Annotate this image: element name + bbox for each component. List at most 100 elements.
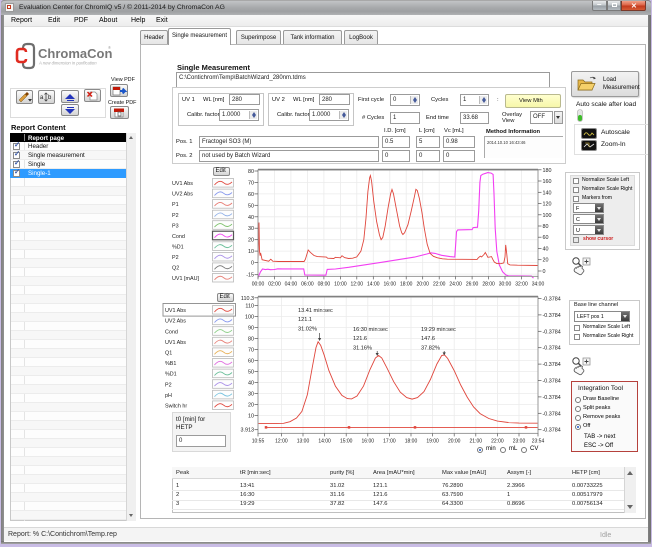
- svg-text:30: 30: [248, 392, 254, 398]
- svg-text:UV2 Abs: UV2 Abs: [165, 319, 186, 325]
- svg-text:Cond: Cond: [172, 234, 185, 240]
- svg-text:23:54: 23:54: [532, 439, 545, 445]
- svg-text:32:00: 32:00: [515, 282, 528, 288]
- svg-text:20: 20: [248, 403, 254, 409]
- svg-text:12:00: 12:00: [351, 282, 364, 288]
- svg-text:14:00: 14:00: [318, 439, 331, 445]
- svg-text:-0.3784: -0.3784: [543, 297, 561, 303]
- svg-text:15:00: 15:00: [340, 439, 353, 445]
- svg-text:50: 50: [248, 203, 254, 209]
- svg-text:19:00: 19:00: [426, 439, 439, 445]
- svg-text:UV1 Abs: UV1 Abs: [165, 308, 186, 314]
- svg-text:-0.3784: -0.3784: [543, 362, 561, 368]
- svg-text:UV1 Abs: UV1 Abs: [165, 340, 186, 346]
- svg-text:08:00: 08:00: [318, 282, 331, 288]
- svg-text:22:00: 22:00: [433, 282, 446, 288]
- svg-text:160: 160: [543, 179, 552, 185]
- svg-text:28:00: 28:00: [482, 282, 495, 288]
- svg-text:60: 60: [248, 192, 254, 198]
- svg-text:121.6: 121.6: [353, 336, 367, 342]
- svg-text:P1: P1: [172, 202, 179, 208]
- svg-text:110: 110: [245, 304, 254, 310]
- svg-text:P3: P3: [172, 223, 179, 229]
- svg-text:-0.3784: -0.3784: [543, 379, 561, 385]
- svg-text:20: 20: [543, 258, 549, 264]
- svg-text:Cond: Cond: [165, 329, 178, 335]
- svg-text:16:30 min:sec: 16:30 min:sec: [353, 327, 388, 333]
- svg-text:19:29 min:sec: 19:29 min:sec: [421, 327, 456, 333]
- svg-text:24:00: 24:00: [449, 282, 462, 288]
- svg-text:P2: P2: [172, 255, 179, 261]
- svg-text:20:00: 20:00: [448, 439, 461, 445]
- svg-text:13:00: 13:00: [297, 439, 310, 445]
- svg-text:31.16%: 31.16%: [353, 345, 372, 351]
- svg-text:40: 40: [543, 247, 549, 253]
- svg-text:90: 90: [248, 326, 254, 332]
- svg-text:80: 80: [248, 337, 254, 343]
- svg-text:UV1 [mAU]: UV1 [mAU]: [172, 276, 199, 282]
- svg-text:70: 70: [248, 348, 254, 354]
- svg-text:100: 100: [245, 315, 254, 321]
- svg-text:3.913: 3.913: [241, 428, 255, 434]
- svg-text:21:00: 21:00: [470, 439, 483, 445]
- svg-text:16:00: 16:00: [362, 439, 375, 445]
- svg-text:80: 80: [543, 224, 549, 230]
- svg-text:80: 80: [248, 169, 254, 175]
- svg-text:-0.3784: -0.3784: [543, 395, 561, 401]
- svg-text:20: 20: [248, 238, 254, 244]
- svg-text:-0.3784: -0.3784: [543, 329, 561, 335]
- svg-text:23:00: 23:00: [513, 439, 526, 445]
- svg-text:30:00: 30:00: [499, 282, 512, 288]
- svg-text:60: 60: [248, 359, 254, 365]
- svg-text:40: 40: [248, 215, 254, 221]
- svg-text:14:00: 14:00: [367, 282, 380, 288]
- svg-text:147.6: 147.6: [421, 336, 435, 342]
- svg-text:UV2 Abs: UV2 Abs: [172, 192, 193, 198]
- svg-text:0: 0: [543, 269, 546, 275]
- svg-text:%D1: %D1: [165, 372, 177, 378]
- svg-text:P2: P2: [172, 213, 179, 219]
- svg-text:50: 50: [248, 370, 254, 376]
- svg-text:60: 60: [543, 235, 549, 241]
- svg-text:180: 180: [543, 168, 552, 174]
- svg-text:-0.3784: -0.3784: [543, 313, 561, 319]
- svg-text:-0.3784: -0.3784: [543, 411, 561, 417]
- svg-text:100: 100: [543, 213, 552, 219]
- svg-text:10: 10: [248, 414, 254, 420]
- svg-text:10:55: 10:55: [252, 439, 265, 445]
- svg-text:Q2: Q2: [172, 266, 179, 272]
- svg-text:20:00: 20:00: [416, 282, 429, 288]
- svg-text:%D1: %D1: [172, 244, 184, 250]
- svg-text:37.82%: 37.82%: [421, 345, 440, 351]
- svg-text:10:00: 10:00: [334, 282, 347, 288]
- svg-text:pH: pH: [165, 393, 172, 399]
- svg-text:10: 10: [248, 249, 254, 255]
- svg-text:%B1: %B1: [165, 361, 176, 367]
- svg-text:70: 70: [248, 180, 254, 186]
- svg-text:Q1: Q1: [165, 351, 172, 357]
- svg-text:Switch hr: Switch hr: [165, 404, 187, 410]
- svg-text:22:00: 22:00: [491, 439, 504, 445]
- svg-text:31.02%: 31.02%: [298, 326, 317, 332]
- svg-text:12:00: 12:00: [275, 439, 288, 445]
- svg-text:04:00: 04:00: [285, 282, 298, 288]
- svg-text:-15: -15: [246, 273, 254, 279]
- svg-text:-0.3784: -0.3784: [543, 346, 561, 352]
- svg-text:-0.3784: -0.3784: [543, 428, 561, 434]
- svg-text:121.1: 121.1: [298, 317, 312, 323]
- svg-text:18:00: 18:00: [400, 282, 413, 288]
- svg-text:00:00: 00:00: [252, 282, 265, 288]
- svg-text:16:00: 16:00: [384, 282, 397, 288]
- svg-text:34:00: 34:00: [532, 282, 545, 288]
- svg-text:06:00: 06:00: [301, 282, 314, 288]
- svg-text:P2: P2: [165, 382, 172, 388]
- svg-text:0: 0: [251, 261, 254, 267]
- svg-text:18:00: 18:00: [405, 439, 418, 445]
- svg-text:40: 40: [248, 381, 254, 387]
- svg-text:17:00: 17:00: [383, 439, 396, 445]
- svg-text:110.3: 110.3: [241, 296, 254, 302]
- svg-text:13.41 min:sec: 13.41 min:sec: [298, 308, 333, 314]
- svg-text:02:00: 02:00: [268, 282, 281, 288]
- svg-text:120: 120: [543, 202, 552, 208]
- svg-text:UV1 Abs: UV1 Abs: [172, 181, 193, 187]
